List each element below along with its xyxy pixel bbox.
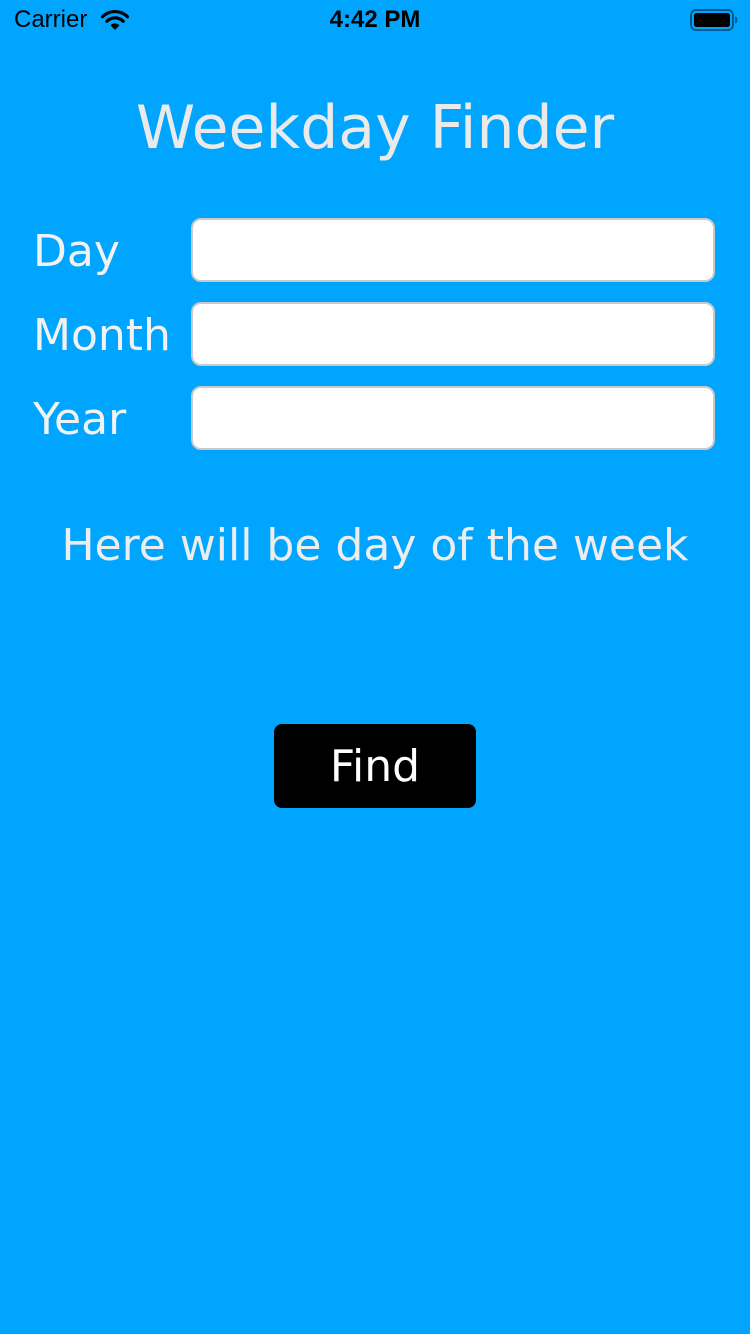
find-button[interactable]: Find xyxy=(274,724,476,808)
page-title: Weekday Finder xyxy=(135,93,615,163)
year-label: Year xyxy=(33,394,127,445)
weekday-result-text: Here will be day of the week xyxy=(61,520,689,571)
month-label: Month xyxy=(33,310,171,361)
battery-icon xyxy=(690,9,738,31)
day-label: Day xyxy=(33,226,120,277)
day-input[interactable] xyxy=(191,218,715,282)
status-time: 4:42 PM xyxy=(329,6,421,33)
month-input[interactable] xyxy=(191,302,715,366)
year-input[interactable] xyxy=(191,386,715,450)
status-bar: Carrier 4:42 PM xyxy=(0,0,750,40)
